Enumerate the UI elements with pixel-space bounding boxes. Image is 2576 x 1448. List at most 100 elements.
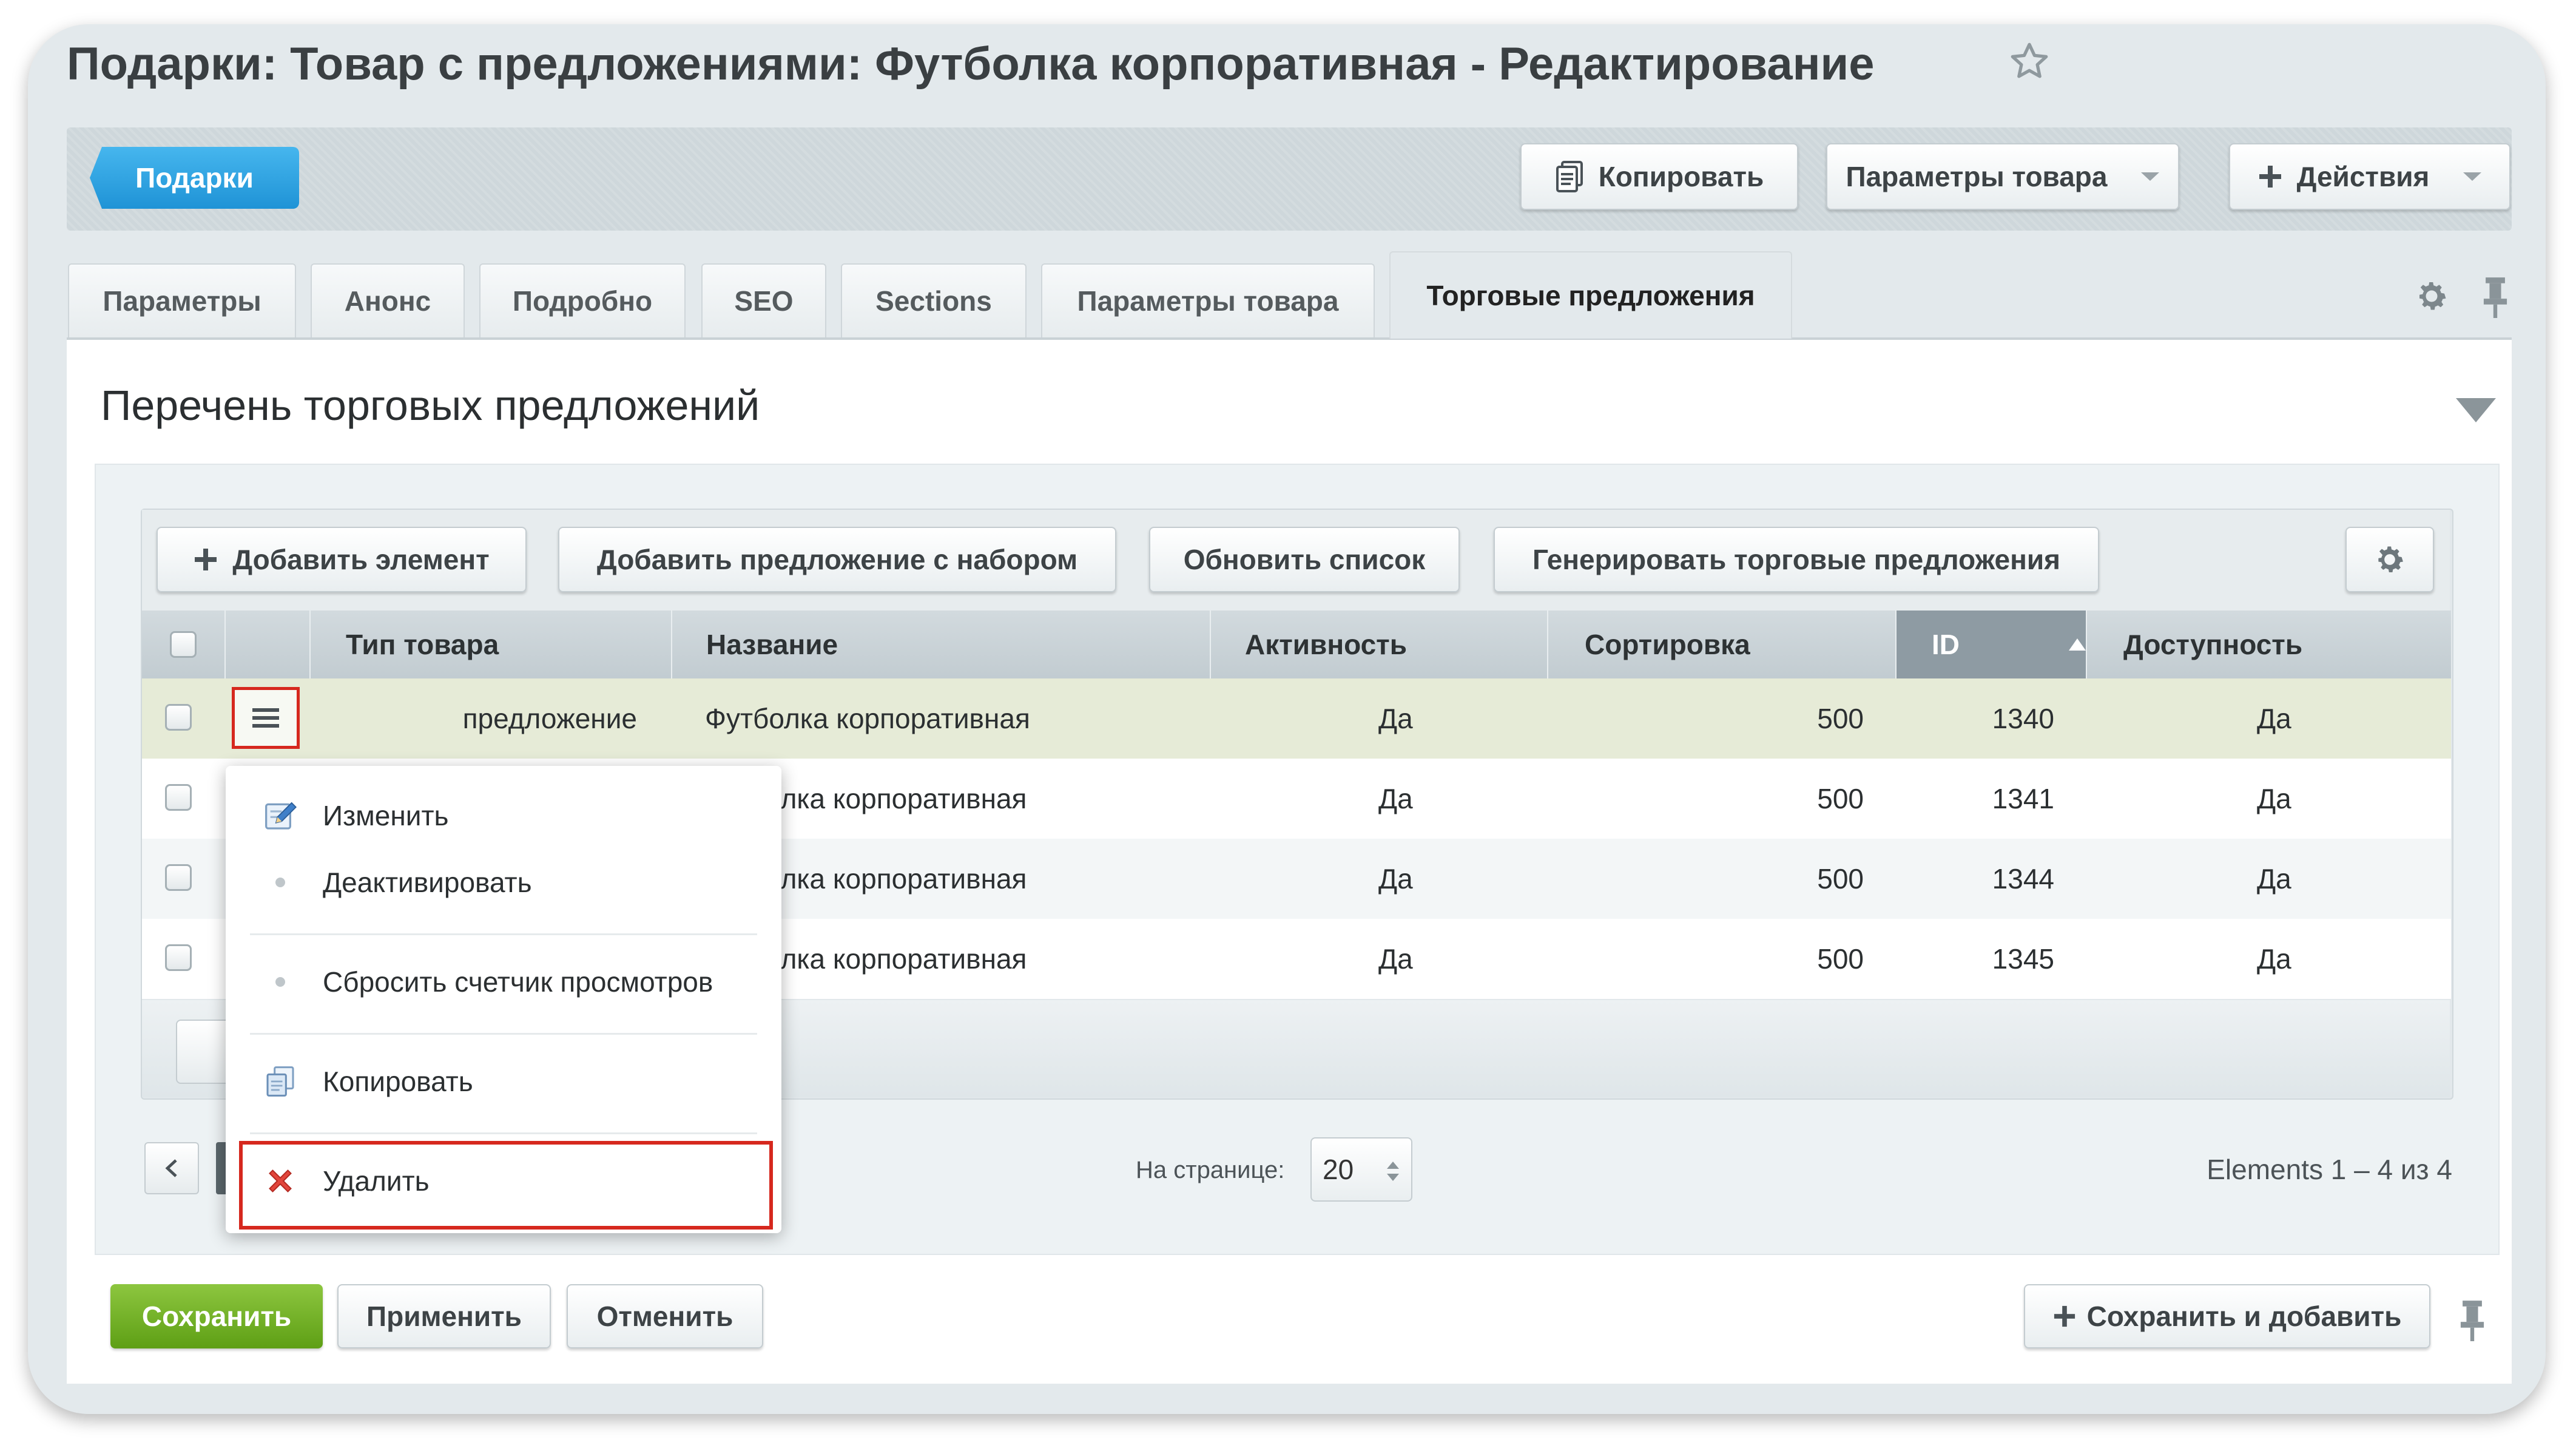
chevron-left-icon: [165, 1159, 177, 1177]
cell-name[interactable]: олка корпоративная: [766, 839, 1027, 919]
cell-name[interactable]: олка корпоративная: [766, 919, 1027, 999]
grid-settings-button[interactable]: [2345, 527, 2434, 592]
cell-availability: Да: [2257, 863, 2291, 895]
page-title: Подарки: Товар с предложениями: Футболка…: [67, 38, 1875, 90]
generate-offers-button[interactable]: Генерировать торговые предложения: [1494, 527, 2099, 592]
gear-icon[interactable]: [2413, 278, 2450, 314]
menu-item-deactivate[interactable]: Деактивировать: [238, 852, 769, 913]
cell-availability: Да: [2257, 703, 2291, 734]
cell-id: 1344: [1992, 863, 2054, 895]
copy-icon: [1555, 161, 1584, 192]
tab-sections[interactable]: Sections: [841, 263, 1027, 337]
save-and-add-button[interactable]: Сохранить и добавить: [2024, 1284, 2430, 1348]
tab-details[interactable]: Подробно: [479, 263, 686, 337]
column-header-name[interactable]: Название: [672, 611, 1211, 678]
per-page-select[interactable]: 20: [1310, 1137, 1412, 1202]
cell-availability: Да: [2257, 943, 2291, 975]
tab-product-params[interactable]: Параметры товара: [1041, 263, 1375, 337]
pin-icon[interactable]: [2481, 276, 2509, 318]
elements-count: Elements 1 – 4 из 4: [2207, 1154, 2452, 1185]
copy-button-label: Копировать: [1598, 161, 1764, 192]
menu-item-reset-counter[interactable]: Сбросить счетчик просмотров: [238, 952, 769, 1012]
select-all-checkbox[interactable]: [170, 631, 197, 658]
cell-active: Да: [1378, 783, 1413, 814]
cell-active: Да: [1378, 943, 1413, 975]
edit-icon: [262, 797, 298, 834]
plus-icon: [2053, 1305, 2076, 1328]
cell-sort: 500: [1817, 783, 1864, 814]
plus-icon: [194, 547, 218, 572]
row-actions-button[interactable]: [232, 687, 300, 749]
cell-active: Да: [1378, 863, 1413, 895]
plus-icon: [2258, 164, 2282, 189]
column-header-id-label: ID: [1932, 629, 1960, 660]
delete-highlight-box: [239, 1141, 773, 1230]
cell-name[interactable]: олка корпоративная: [766, 759, 1027, 839]
cancel-button[interactable]: Отменить: [567, 1284, 763, 1348]
header-actions-cell: [226, 611, 311, 678]
menu-item-copy[interactable]: Копировать: [238, 1051, 769, 1112]
add-element-button[interactable]: Добавить элемент: [157, 527, 527, 592]
apply-button[interactable]: Применить: [337, 1284, 551, 1348]
star-icon[interactable]: [2008, 40, 2051, 83]
tab-trade-offers[interactable]: Торговые предложения: [1389, 251, 1792, 339]
pager-prev-button[interactable]: [144, 1142, 199, 1194]
updown-arrows-icon: [1387, 1162, 1399, 1181]
menu-item-copy-label: Копировать: [323, 1066, 473, 1097]
pin-icon[interactable]: [2458, 1299, 2486, 1341]
hamburger-icon: [252, 708, 279, 728]
row-checkbox[interactable]: [165, 864, 192, 891]
cell-availability: Да: [2257, 783, 2291, 814]
copy-icon: [262, 1063, 298, 1100]
sort-ascending-icon: [2069, 638, 2086, 651]
gear-icon: [2378, 546, 2403, 572]
column-header-sort[interactable]: Сортировка: [1548, 611, 1897, 678]
section-title: Перечень торговых предложений: [101, 382, 760, 429]
menu-divider: [250, 933, 757, 935]
menu-divider: [250, 1033, 757, 1035]
column-header-type[interactable]: Тип товара: [311, 611, 672, 678]
add-offer-set-button[interactable]: Добавить предложение с набором: [558, 527, 1116, 592]
column-header-id[interactable]: ID: [1897, 611, 2087, 678]
cell-sort: 500: [1817, 943, 1864, 975]
chevron-down-icon: [2463, 172, 2482, 181]
column-header-active[interactable]: Активность: [1211, 611, 1548, 678]
cell-id: 1341: [1992, 783, 2054, 814]
tab-parameters[interactable]: Параметры: [68, 263, 296, 337]
row-checkbox[interactable]: [165, 944, 192, 971]
cell-active: Да: [1378, 703, 1413, 734]
per-page-value: 20: [1323, 1154, 1354, 1185]
cell-sort: 500: [1817, 703, 1864, 734]
row-checkbox[interactable]: [165, 784, 192, 811]
bullet-icon: [262, 964, 298, 1000]
menu-item-deactivate-label: Деактивировать: [323, 867, 532, 898]
cell-sort: 500: [1817, 863, 1864, 895]
actions-dropdown[interactable]: Действия: [2229, 143, 2510, 210]
actions-label: Действия: [2296, 161, 2430, 192]
tab-seo[interactable]: SEO: [701, 263, 826, 337]
save-button[interactable]: Сохранить: [110, 1284, 323, 1348]
refresh-list-button[interactable]: Обновить список: [1149, 527, 1460, 592]
menu-divider: [250, 1132, 757, 1134]
menu-item-reset-counter-label: Сбросить счетчик просмотров: [323, 966, 713, 998]
product-params-label: Параметры товара: [1846, 161, 2108, 192]
header-checkbox-cell: [142, 611, 226, 678]
save-and-add-label: Сохранить и добавить: [2086, 1301, 2402, 1332]
menu-item-edit[interactable]: Изменить: [238, 785, 769, 846]
copy-button[interactable]: Копировать: [1520, 143, 1798, 210]
bullet-icon: [262, 864, 298, 901]
cell-id: 1340: [1992, 703, 2054, 734]
tab-announce[interactable]: Анонс: [311, 263, 465, 337]
product-params-dropdown[interactable]: Параметры товара: [1826, 143, 2179, 210]
cell-id: 1345: [1992, 943, 2054, 975]
menu-item-edit-label: Изменить: [323, 800, 449, 831]
collapse-arrow-icon[interactable]: [2456, 398, 2496, 422]
column-header-availability[interactable]: Доступность: [2087, 611, 2451, 678]
row-checkbox[interactable]: [165, 704, 192, 731]
per-page-label: На странице:: [1136, 1157, 1285, 1183]
chevron-down-icon: [2141, 172, 2160, 181]
add-element-label: Добавить элемент: [232, 544, 490, 575]
cell-name[interactable]: Футболка корпоративная: [705, 678, 1030, 759]
breadcrumb-gifts[interactable]: Подарки: [90, 147, 299, 209]
cell-type: предложение: [462, 703, 637, 734]
